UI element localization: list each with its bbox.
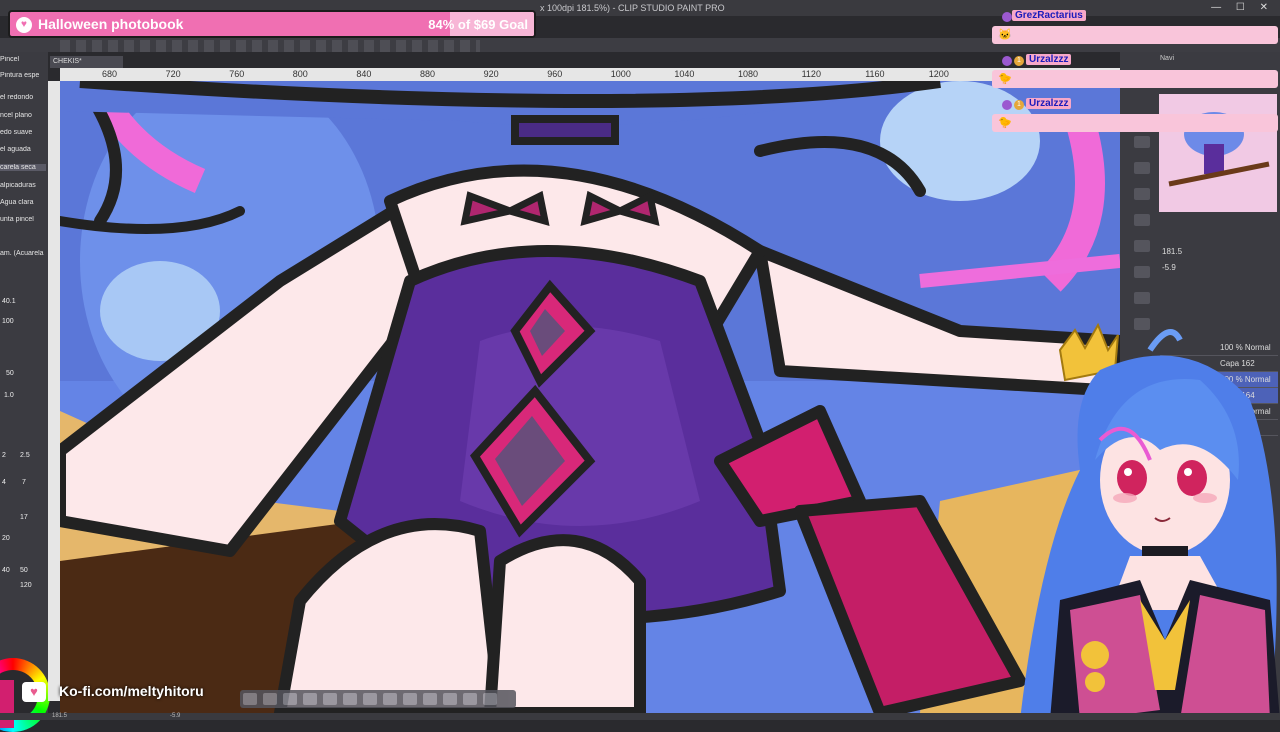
avatar-illustration — [1000, 310, 1280, 720]
ruler-tick-label: 800 — [293, 69, 308, 79]
brush-size-value[interactable]: 40.1 — [2, 298, 16, 305]
brush-item[interactable]: edo suave — [0, 129, 46, 136]
tool-icon[interactable] — [383, 693, 397, 705]
vtuber-avatar — [1000, 310, 1280, 720]
brush-panel: Pincel Pintura espe el redondo ncel plan… — [0, 52, 48, 720]
chat-emote: 🐱 — [998, 28, 1012, 41]
main-color-swatch[interactable] — [0, 680, 14, 728]
subscriber-badge: 1 — [1014, 100, 1024, 110]
size-preset[interactable]: 4 — [2, 479, 6, 486]
command-bar-icons[interactable] — [60, 40, 480, 52]
navigator-tab[interactable]: Navi — [1160, 55, 1174, 62]
donation-goal-bar: ♥ Halloween photobook 84% of $69 Goal — [8, 10, 536, 38]
panel-tab-icon[interactable] — [1134, 240, 1150, 252]
ruler-tick-label: 680 — [102, 69, 117, 79]
brush-item[interactable]: ncel plano — [0, 112, 46, 119]
panel-tab-icon[interactable] — [1134, 292, 1150, 304]
brush-item-selected[interactable]: carela seca — [0, 164, 46, 171]
ruler-tick-label: 880 — [420, 69, 435, 79]
goal-amount: 84% of $69 Goal — [428, 17, 528, 32]
window-controls[interactable]: — ☐ ✕ — [1211, 0, 1274, 16]
tool-icon[interactable] — [303, 693, 317, 705]
panel-tab-icon[interactable] — [1134, 214, 1150, 226]
goal-title: Halloween photobook — [38, 16, 183, 32]
chat-emote: 🐤 — [998, 72, 1012, 85]
tool-icon[interactable] — [423, 693, 437, 705]
tool-icon[interactable] — [343, 693, 357, 705]
chat-emote: 🐤 — [998, 116, 1012, 129]
ruler-tick-label: 1160 — [865, 69, 884, 79]
tool-icon[interactable] — [403, 693, 417, 705]
tool-icon[interactable] — [483, 693, 497, 705]
drawing-canvas[interactable] — [60, 81, 1120, 713]
chat-username: Urzalzzz — [1026, 54, 1071, 65]
tool-icon[interactable] — [263, 693, 277, 705]
canvas-artwork — [60, 81, 1120, 713]
chat-message: 🐱 — [992, 26, 1278, 44]
kofi-cup-icon: ♥ — [22, 682, 46, 702]
brush-item[interactable]: Agua clara — [0, 199, 46, 206]
chat-username: Urzalzzz — [1026, 98, 1071, 109]
document-tab[interactable]: CHEKIS* — [50, 56, 123, 68]
heart-icon: ♥ — [16, 17, 32, 33]
tool-property-label: am. (Acuarela — [0, 250, 46, 257]
status-zoom: 181.5 — [52, 713, 67, 719]
tool-icon[interactable] — [443, 693, 457, 705]
blend-value[interactable]: 1.0 — [4, 392, 14, 399]
status-bar: 181.5 -5.9 — [0, 713, 1280, 720]
brush-item[interactable]: unta pincel — [0, 216, 46, 223]
panel-tab-icon[interactable] — [1134, 188, 1150, 200]
ruler-tick-label: 1200 — [929, 69, 949, 79]
panel-header: Pincel — [0, 56, 46, 63]
brush-item[interactable]: el redondo — [0, 94, 46, 101]
tool-icon[interactable] — [363, 693, 377, 705]
status-angle: -5.9 — [170, 713, 180, 719]
brush-item[interactable]: Pintura espe — [0, 72, 46, 79]
size-preset[interactable]: 120 — [20, 582, 32, 589]
navigator-angle[interactable]: -5.9 — [1162, 263, 1176, 272]
density-value[interactable]: 50 — [6, 370, 14, 377]
tool-icon[interactable] — [463, 693, 477, 705]
navigator-preview[interactable] — [1159, 94, 1277, 212]
chat-message: 🐤 — [992, 114, 1278, 132]
ruler-tick-label: 960 — [547, 69, 562, 79]
tool-icon[interactable] — [283, 693, 297, 705]
ruler-tick-label: 920 — [484, 69, 499, 79]
ruler-tick-label: 1000 — [611, 69, 631, 79]
tool-icon[interactable] — [323, 693, 337, 705]
size-preset[interactable]: 40 — [2, 567, 10, 574]
size-preset[interactable]: 2 — [2, 452, 6, 459]
horizontal-ruler: 680 720 760 800 840 880 920 960 1000 1040 1080 1120… — [60, 68, 1120, 82]
brush-item[interactable]: el aguada — [0, 146, 46, 153]
chat-badge-icon — [1002, 100, 1012, 110]
tool-icon[interactable] — [243, 693, 257, 705]
navigator-zoom[interactable]: 181.5 — [1162, 247, 1182, 256]
chat-username: GrezRactarius — [1012, 10, 1086, 21]
ruler-tick-label: 1120 — [802, 69, 821, 79]
size-preset[interactable]: 7 — [22, 479, 26, 486]
panel-tab-icon[interactable] — [1134, 266, 1150, 278]
navigator-thumbnail — [1159, 94, 1277, 212]
opacity-value[interactable]: 100 — [2, 318, 14, 325]
kofi-link: Ko-fi.com/meltyhitoru — [59, 683, 204, 699]
selection-launcher[interactable] — [240, 690, 516, 708]
size-preset[interactable]: 50 — [20, 567, 28, 574]
chat-message: 🐤 — [992, 70, 1278, 88]
panel-tab-icon[interactable] — [1134, 162, 1150, 174]
ruler-tick-label: 720 — [166, 69, 181, 79]
ruler-tick-label: 1080 — [738, 69, 758, 79]
size-preset[interactable]: 17 — [20, 514, 28, 521]
brush-item[interactable]: alpicaduras — [0, 182, 46, 189]
panel-tab-icon[interactable] — [1134, 136, 1150, 148]
ruler-tick-label: 840 — [356, 69, 371, 79]
window-title: x 100dpi 181.5%) - CLIP STUDIO PAINT PRO — [540, 0, 725, 16]
chat-badge-icon — [1002, 12, 1012, 22]
chat-badge-icon — [1002, 56, 1012, 66]
subscriber-badge: 1 — [1014, 56, 1024, 66]
ruler-tick-label: 760 — [229, 69, 244, 79]
size-preset[interactable]: 2.5 — [20, 452, 30, 459]
ruler-tick-label: 1040 — [674, 69, 694, 79]
size-preset[interactable]: 20 — [2, 535, 10, 542]
